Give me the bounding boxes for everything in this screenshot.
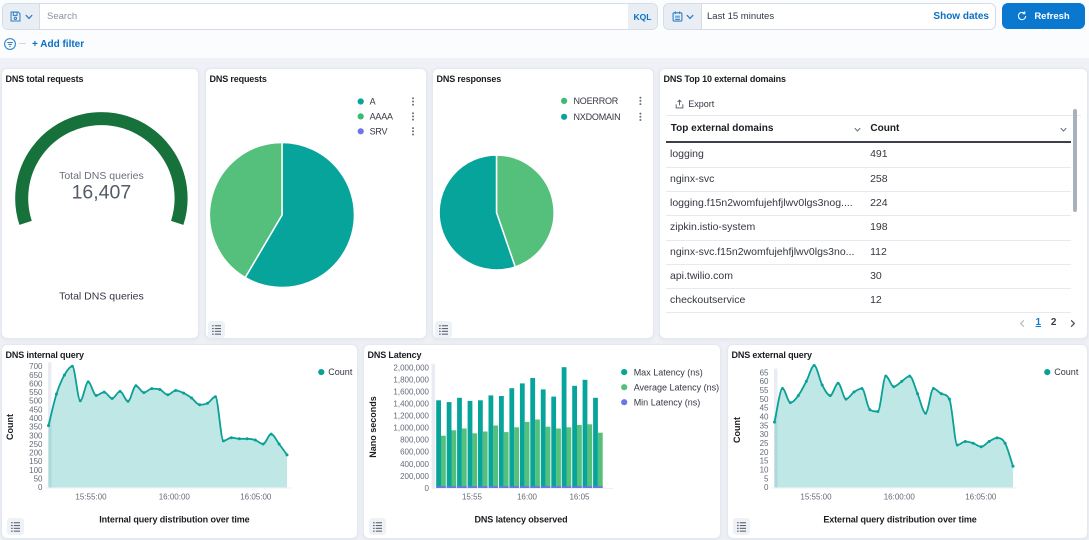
svg-text:SRV: SRV [370,127,388,137]
svg-text:2,000,000: 2,000,000 [393,364,429,373]
svg-text:15:55:00: 15:55:00 [800,493,832,502]
svg-text:0: 0 [764,483,769,492]
svg-text:16:05:00: 16:05:00 [965,493,997,502]
svg-text:200,000: 200,000 [400,472,429,481]
svg-text:0: 0 [38,483,43,492]
svg-text:250: 250 [29,440,43,449]
svg-text:400: 400 [29,414,43,423]
svg-text:15:55:00: 15:55:00 [75,493,107,502]
svg-text:650: 650 [29,371,43,380]
svg-text:Count: Count [732,417,742,443]
svg-text:NOERROR: NOERROR [574,96,619,106]
svg-text:1,600,000: 1,600,000 [393,388,429,397]
svg-text:30: 30 [760,430,769,439]
svg-text:100: 100 [29,466,43,475]
svg-text:0: 0 [425,484,430,493]
svg-text:Internal query distribution ov: Internal query distribution over time [99,514,249,524]
svg-text:550: 550 [29,388,43,397]
svg-text:A: A [370,97,376,107]
svg-text:40: 40 [760,413,769,422]
svg-text:16:00:00: 16:00:00 [884,493,916,502]
svg-text:700: 700 [29,362,43,371]
svg-text:Total DNS queries: Total DNS queries [59,291,144,303]
svg-text:35: 35 [760,421,769,430]
svg-text:20: 20 [760,448,769,457]
svg-text:Count: Count [328,367,353,377]
svg-text:500: 500 [29,397,43,406]
svg-text:350: 350 [29,423,43,432]
svg-text:65: 65 [760,368,769,377]
svg-text:60: 60 [760,377,769,386]
svg-text:Max Latency (ns): Max Latency (ns) [634,367,703,377]
svg-text:50: 50 [34,475,43,484]
svg-text:DNS latency observed: DNS latency observed [474,514,567,524]
svg-text:600: 600 [29,379,43,388]
svg-text:AAAA: AAAA [370,112,393,122]
svg-text:150: 150 [29,457,43,466]
svg-text:45: 45 [760,404,769,413]
svg-text:600,000: 600,000 [400,448,429,457]
svg-text:Count: Count [1054,367,1079,377]
svg-text:16:05: 16:05 [569,493,590,502]
svg-text:5: 5 [764,474,769,483]
svg-text:15: 15 [760,457,769,466]
svg-text:800,000: 800,000 [400,436,429,445]
svg-text:NXDOMAIN: NXDOMAIN [574,112,621,122]
svg-text:External query distribution ov: External query distribution over time [823,514,976,524]
svg-text:16:00:00: 16:00:00 [159,493,191,502]
svg-text:Nano seconds: Nano seconds [368,396,378,458]
svg-text:16:00: 16:00 [517,493,538,502]
svg-text:Min Latency (ns): Min Latency (ns) [634,397,701,407]
svg-text:1,800,000: 1,800,000 [393,376,429,385]
svg-text:Count: Count [5,414,15,440]
svg-text:300: 300 [29,431,43,440]
svg-text:450: 450 [29,405,43,414]
svg-text:1,400,000: 1,400,000 [393,400,429,409]
svg-text:10: 10 [760,466,769,475]
svg-text:50: 50 [760,395,769,404]
svg-text:Total DNS queries: Total DNS queries [59,170,144,182]
svg-text:15:55: 15:55 [462,493,483,502]
svg-text:1,000,000: 1,000,000 [393,424,429,433]
svg-text:Average Latency (ns): Average Latency (ns) [634,382,719,392]
svg-text:1,200,000: 1,200,000 [393,412,429,421]
svg-text:25: 25 [760,439,769,448]
svg-text:16,407: 16,407 [72,182,132,204]
svg-text:400,000: 400,000 [400,460,429,469]
svg-text:55: 55 [760,386,769,395]
svg-text:16:05:00: 16:05:00 [240,493,272,502]
svg-text:200: 200 [29,449,43,458]
